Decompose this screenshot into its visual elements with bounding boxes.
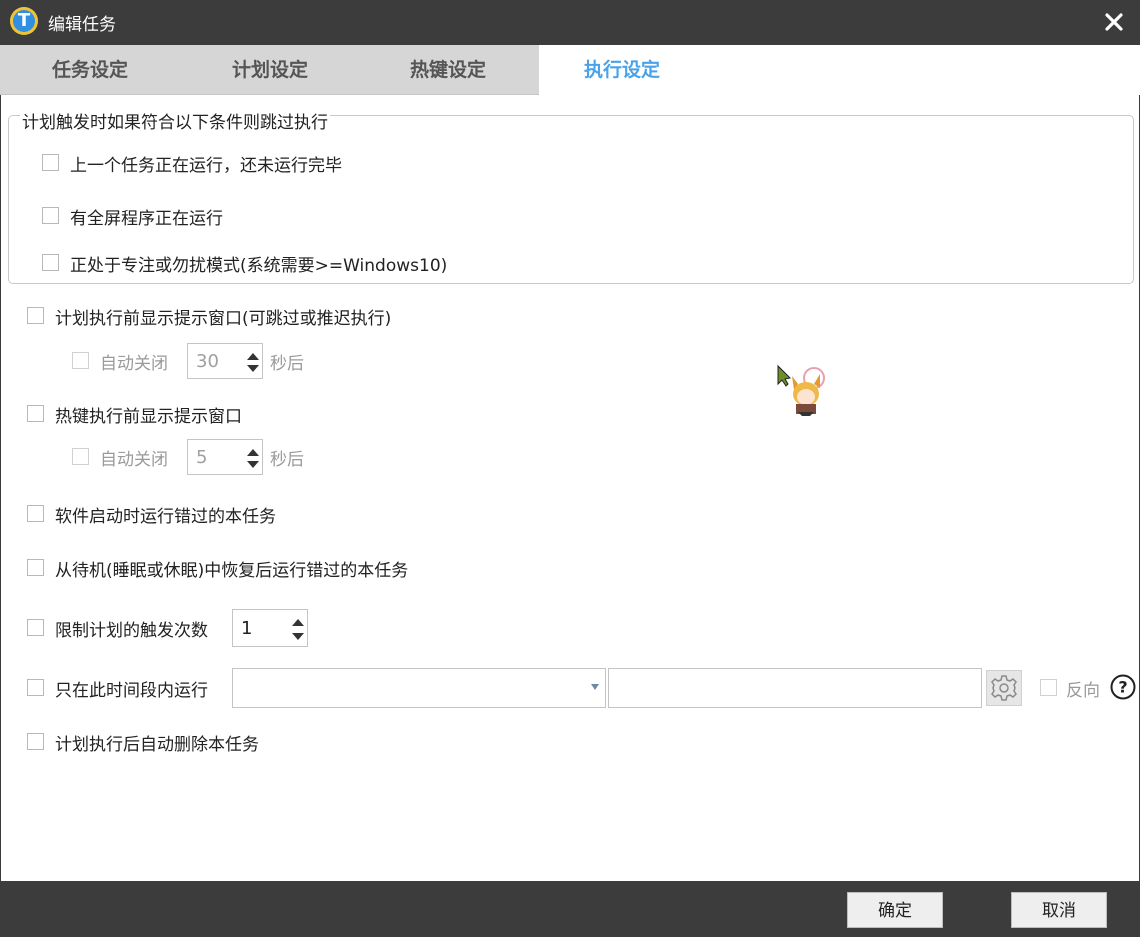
run-missed-on-start-label: 软件启动时运行错过的本任务 [55,507,276,527]
footer-bar [0,881,1140,937]
stepper-down-icon[interactable] [247,365,259,372]
skip-if-focus-mode-checkbox[interactable] [42,254,59,271]
time-range-reverse-checkbox[interactable] [1040,679,1057,696]
time-range-checkbox[interactable] [27,679,44,696]
limit-triggers-label: 限制计划的触发次数 [55,621,208,641]
plan-auto-close-checkbox[interactable] [72,352,89,369]
plan-auto-close-seconds-value: 30 [196,351,219,372]
hotkey-auto-close-seconds-stepper[interactable]: 5 [187,439,263,475]
svg-text:?: ? [1118,678,1127,697]
skip-conditions-title: 计划触发时如果符合以下条件则跳过执行 [20,108,330,133]
close-icon[interactable] [1102,10,1126,34]
skip-if-fullscreen-label: 有全屏程序正在运行 [70,209,223,229]
hotkey-auto-close-seconds-value: 5 [196,447,208,468]
tab-plan-settings[interactable]: 计划设定 [180,45,360,94]
title-bar[interactable]: T 编辑任务 [0,0,1140,45]
ok-button[interactable]: 确定 [847,892,943,928]
time-range-input[interactable] [608,668,982,708]
run-missed-on-start-checkbox[interactable] [27,505,44,522]
limit-triggers-count-stepper[interactable]: 1 [232,609,308,647]
plan-auto-close-label: 自动关闭 [100,354,168,374]
hotkey-prompt-checkbox[interactable] [27,405,44,422]
help-icon[interactable]: ? [1110,674,1136,700]
hotkey-auto-close-suffix: 秒后 [270,450,304,470]
plan-prompt-checkbox[interactable] [27,307,44,324]
tab-task-settings[interactable]: 任务设定 [0,45,180,94]
mascot-sprite-icon [777,364,825,416]
plan-auto-close-seconds-stepper[interactable]: 30 [187,343,263,379]
tab-hotkey-settings[interactable]: 热键设定 [358,45,538,94]
time-range-label: 只在此时间段内运行 [55,681,208,701]
auto-delete-label: 计划执行后自动删除本任务 [55,735,259,755]
chevron-down-icon[interactable] [591,684,599,690]
time-range-select[interactable] [232,668,606,708]
skip-if-running-checkbox[interactable] [42,154,59,171]
cancel-button[interactable]: 取消 [1011,892,1107,928]
limit-triggers-count-value: 1 [241,618,253,639]
run-missed-on-resume-label: 从待机(睡眠或休眠)中恢复后运行错过的本任务 [55,561,409,581]
hotkey-auto-close-label: 自动关闭 [100,450,168,470]
stepper-down-icon[interactable] [247,461,259,468]
hotkey-auto-close-checkbox[interactable] [72,448,89,465]
plan-auto-close-suffix: 秒后 [270,354,304,374]
stepper-down-icon[interactable] [292,633,304,640]
stepper-up-icon[interactable] [247,353,259,360]
stepper-up-icon[interactable] [247,449,259,456]
skip-if-focus-mode-label: 正处于专注或勿扰模式(系统需要>=Windows10) [70,256,448,276]
skip-if-running-label: 上一个任务正在运行，还未运行完毕 [70,156,342,176]
run-missed-on-resume-checkbox[interactable] [27,559,44,576]
hotkey-prompt-label: 热键执行前显示提示窗口 [55,407,242,427]
time-range-settings-button[interactable] [986,670,1022,706]
tab-execution-settings[interactable]: 执行设定 [539,45,1140,95]
app-logo-icon: T [10,7,38,35]
plan-prompt-label: 计划执行前显示提示窗口(可跳过或推迟执行) [55,309,392,329]
gear-icon [991,675,1017,701]
limit-triggers-checkbox[interactable] [27,619,44,636]
skip-if-fullscreen-checkbox[interactable] [42,207,59,224]
stepper-up-icon[interactable] [292,619,304,626]
window-title: 编辑任务 [48,15,116,35]
auto-delete-checkbox[interactable] [27,733,44,750]
tab-bar: 任务设定 计划设定 热键设定 执行设定 [0,45,1140,95]
time-range-reverse-label: 反向 [1066,681,1100,701]
